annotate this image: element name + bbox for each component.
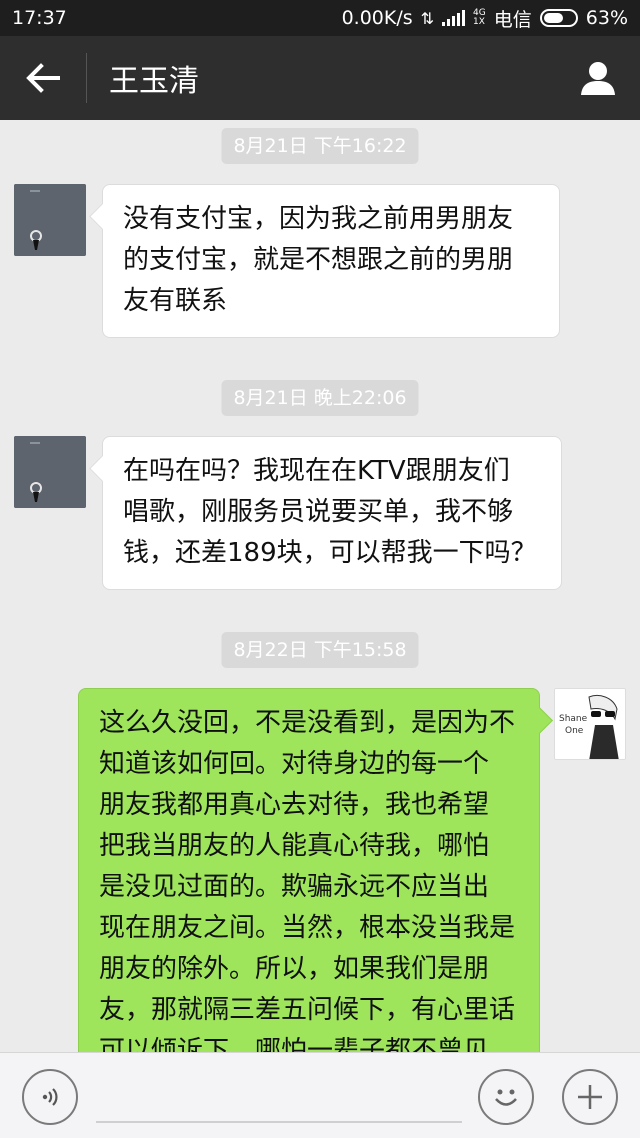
header-divider — [86, 53, 87, 103]
message-line: 没有支付宝，因为我之前用男朋友 — [123, 204, 514, 234]
back-button[interactable] — [0, 36, 86, 120]
timestamp: 8月21日 晚上22:06 — [221, 380, 419, 416]
chat-title: 王玉清 — [109, 64, 199, 99]
data-arrows-icon: ⇅ — [420, 8, 435, 28]
carrier-name: 电信 — [493, 8, 532, 31]
message-line: 这么久没回，不是没看到，是因为不 — [99, 708, 516, 738]
voice-icon — [42, 1088, 58, 1106]
message-line: 朋友我都用真心去对待，我也希望 — [99, 790, 490, 820]
message-line: 友，那就隔三差五问候下，有心里话 — [99, 995, 516, 1025]
message-line: 朋友的除外。所以，如果我们是朋 — [99, 954, 490, 984]
emoji-button[interactable] — [478, 1069, 534, 1125]
more-options-button[interactable] — [562, 1069, 618, 1125]
network-type-bottom: 1X — [473, 17, 485, 27]
message-line: 把我当朋友的人能真心待我，哪怕 — [99, 831, 490, 861]
arrow-left-icon — [26, 63, 60, 93]
avatar[interactable] — [14, 436, 86, 508]
message-line: 现在朋友之间。当然，根本没当我是 — [99, 913, 516, 943]
network-type: 4G 1X — [473, 9, 486, 27]
message-line: 在吗在吗？我现在在KTV跟朋友们 — [123, 456, 510, 486]
message-line: 可以倾诉下，哪怕一辈子都不曾见 — [99, 1036, 490, 1052]
status-indicators: 0.00K/s ⇅ 4G 1X 电信 63% — [342, 5, 628, 32]
person-icon — [581, 62, 615, 95]
message-line: 钱，还差189块，可以帮我一下吗？ — [123, 538, 537, 568]
message-line: 唱歌，刚服务员说要买单，我不够 — [123, 497, 514, 527]
chat-header: 王玉清 — [0, 36, 640, 120]
contact-info-button[interactable] — [556, 36, 640, 120]
my-avatar[interactable]: Shane One — [554, 688, 626, 760]
timestamp: 8月22日 下午15:58 — [221, 632, 419, 668]
input-bar — [0, 1052, 640, 1138]
message-line: 是没见过面的。欺骗永远不应当出 — [99, 872, 490, 902]
battery-icon — [539, 9, 578, 27]
message-input[interactable] — [96, 1073, 462, 1123]
avatar[interactable] — [14, 184, 86, 256]
message-line: 友有联系 — [123, 286, 228, 316]
battery-fill — [543, 13, 563, 23]
smiley-icon — [495, 1089, 517, 1106]
message-line: 知道该如何回。对待身边的每一个 — [99, 749, 490, 779]
network-speed: 0.00K/s — [341, 7, 413, 29]
status-time: 17:37 — [12, 7, 67, 29]
battery-percent: 63% — [585, 7, 628, 29]
keyhole-avatar-icon — [14, 436, 86, 508]
keyhole-avatar-icon — [14, 184, 86, 256]
voice-button[interactable] — [22, 1069, 78, 1125]
plus-icon — [578, 1085, 602, 1109]
timestamp: 8月21日 下午16:22 — [221, 128, 419, 164]
cartoon-avatar: Shane One — [555, 689, 625, 759]
status-bar: 17:37 0.00K/s ⇅ 4G 1X 电信 63% — [0, 0, 640, 36]
message-list[interactable]: 8月21日 下午16:22 没有支付宝，因为我之前用男朋友 的支付宝，就是不想跟… — [0, 120, 640, 1052]
signal-bars-icon — [442, 10, 466, 26]
message-bubble-outgoing[interactable]: 这么久没回，不是没看到，是因为不 知道该如何回。对待身边的每一个 朋友我都用真心… — [78, 688, 540, 1052]
message-line: 的支付宝，就是不想跟之前的男朋 — [123, 245, 514, 275]
message-bubble-incoming[interactable]: 没有支付宝，因为我之前用男朋友 的支付宝，就是不想跟之前的男朋 友有联系 — [102, 184, 560, 338]
avatar-text-line2: One — [565, 726, 584, 736]
avatar-text-line1: Shane — [559, 714, 588, 724]
message-bubble-incoming[interactable]: 在吗在吗？我现在在KTV跟朋友们 唱歌，刚服务员说要买单，我不够 钱，还差189… — [102, 436, 562, 590]
